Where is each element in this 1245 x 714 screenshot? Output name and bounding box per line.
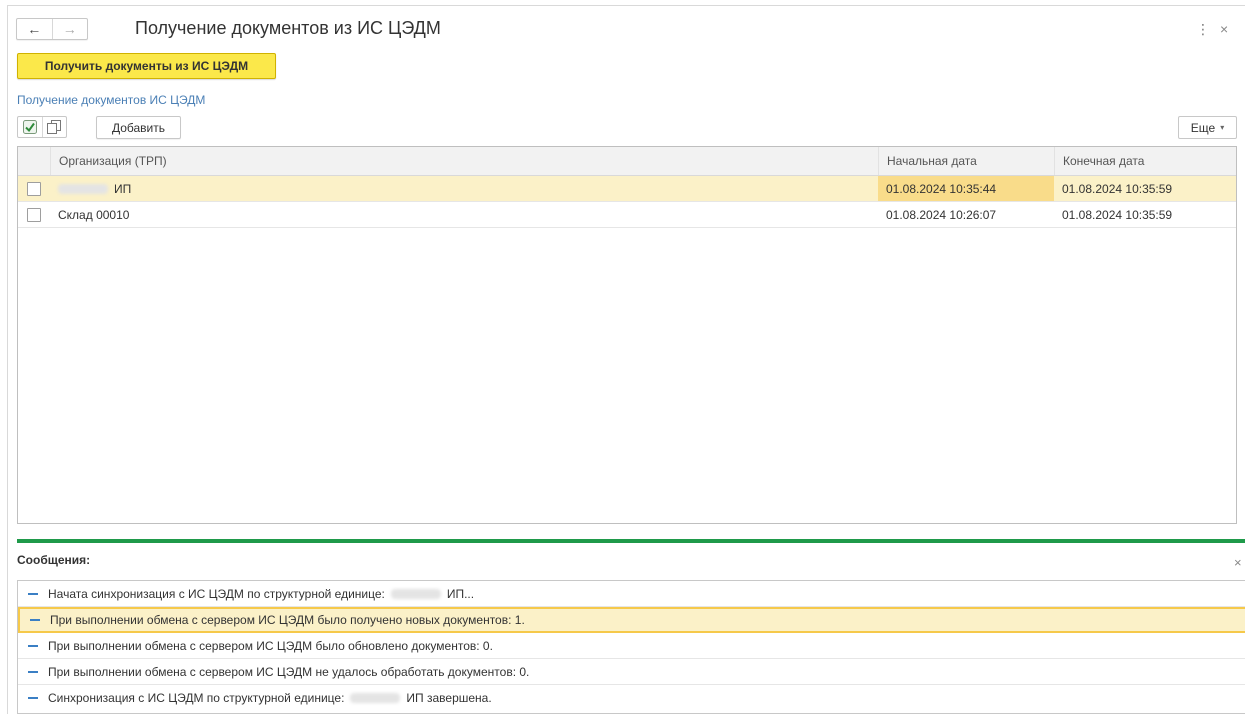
close-messages-icon[interactable]: × (1234, 555, 1242, 570)
message-text-suffix: ИП завершена. (406, 691, 492, 705)
message-item[interactable]: При выполнении обмена с сервером ИС ЦЭДМ… (18, 633, 1245, 659)
page-title: Получение документов из ИС ЦЭДМ (135, 18, 441, 38)
messages-divider (17, 539, 1245, 543)
form-window: ← → Получение документов из ИС ЦЭДМ ⋮ × … (7, 5, 1245, 714)
org-name: ИП (114, 181, 132, 196)
messages-list: Начата синхронизация с ИС ЦЭДМ по структ… (17, 580, 1245, 714)
message-item[interactable]: Начата синхронизация с ИС ЦЭДМ по структ… (18, 581, 1245, 607)
message-text: Начата синхронизация с ИС ЦЭДМ по структ… (48, 586, 385, 601)
header-organization[interactable]: Организация (ТРП) (50, 147, 878, 175)
section-link[interactable]: Получение документов ИС ЦЭДМ (17, 93, 205, 107)
dash-icon (28, 592, 38, 595)
dash-icon (30, 619, 40, 621)
redacted-name (390, 588, 441, 599)
end-date-cell[interactable]: 01.08.2024 10:35:59 (1054, 202, 1236, 227)
message-text: Синхронизация с ИС ЦЭДМ по структурной е… (48, 691, 345, 705)
organizations-table: Организация (ТРП) Начальная дата Конечна… (17, 146, 1237, 524)
table-row[interactable]: ИП 01.08.2024 10:35:44 01.08.2024 10:35:… (18, 176, 1236, 202)
org-cell: ИП (50, 176, 878, 201)
chevron-down-icon: ▾ (1220, 123, 1225, 132)
navigation-buttons: ← → (16, 18, 88, 40)
dash-icon (28, 670, 38, 673)
dash-icon (28, 697, 38, 699)
org-name: Склад 00010 (58, 207, 130, 222)
header-end-date[interactable]: Конечная дата (1054, 147, 1236, 175)
row-checkbox-cell (18, 202, 50, 227)
message-text: При выполнении обмена с сервером ИС ЦЭДМ… (50, 613, 525, 627)
message-text: При выполнении обмена с сервером ИС ЦЭДМ… (48, 638, 493, 653)
message-item[interactable]: При выполнении обмена с сервером ИС ЦЭДМ… (18, 607, 1245, 633)
more-button[interactable]: Еще ▾ (1178, 116, 1237, 139)
add-button[interactable]: Добавить (96, 116, 181, 139)
more-actions-icon[interactable]: ⋮ (1196, 21, 1211, 38)
redacted-name (350, 693, 401, 703)
copy-icon[interactable] (41, 117, 67, 137)
table-row[interactable]: Склад 00010 01.08.2024 10:26:07 01.08.20… (18, 202, 1236, 228)
close-icon[interactable]: × (1220, 21, 1228, 37)
check-all-icon[interactable] (18, 117, 42, 137)
header-checkbox-column (18, 147, 50, 175)
messages-title: Сообщения: (17, 553, 91, 567)
back-arrow-icon[interactable]: ← (17, 19, 52, 39)
list-toolbar (17, 116, 67, 138)
redacted-name (58, 183, 108, 194)
message-item[interactable]: При выполнении обмена с сервером ИС ЦЭДМ… (18, 659, 1245, 685)
start-date-cell[interactable]: 01.08.2024 10:35:44 (878, 176, 1054, 201)
end-date-cell[interactable]: 01.08.2024 10:35:59 (1054, 176, 1236, 201)
forward-arrow-icon[interactable]: → (51, 19, 88, 39)
table-header: Организация (ТРП) Начальная дата Конечна… (18, 147, 1236, 176)
start-date-cell[interactable]: 01.08.2024 10:26:07 (878, 202, 1054, 227)
get-documents-button[interactable]: Получить документы из ИС ЦЭДМ (17, 53, 276, 79)
org-cell: Склад 00010 (50, 202, 878, 227)
row-checkbox-cell (18, 176, 50, 201)
message-item[interactable]: Синхронизация с ИС ЦЭДМ по структурной е… (18, 685, 1245, 711)
message-text-suffix: ИП... (446, 586, 475, 601)
dash-icon (28, 644, 38, 647)
message-text: При выполнении обмена с сервером ИС ЦЭДМ… (48, 664, 530, 679)
row-checkbox[interactable] (27, 181, 41, 196)
header-start-date[interactable]: Начальная дата (878, 147, 1054, 175)
more-button-label: Еще (1190, 120, 1216, 135)
row-checkbox[interactable] (27, 207, 41, 222)
